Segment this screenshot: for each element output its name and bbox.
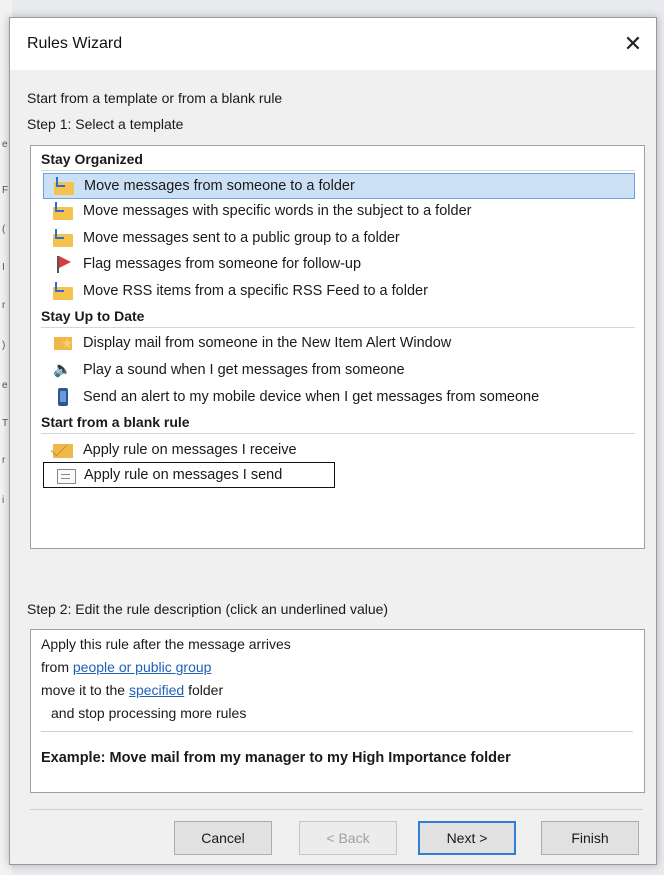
envelope-star-icon [53, 334, 74, 352]
intro-label: Start from a template or from a blank ru… [27, 90, 283, 106]
template-label: Send an alert to my mobile device when I… [83, 389, 540, 405]
desc-from-text: from [41, 659, 73, 675]
desc-line-1: Apply this rule after the message arrive… [41, 636, 291, 652]
rule-example: Example: Move mail from my manager to my… [41, 750, 511, 766]
desc-folder-text: folder [184, 682, 224, 698]
folder-arrow-icon [53, 229, 73, 247]
template-list[interactable]: Stay Organized Move messages from someon… [30, 145, 645, 549]
close-button[interactable]: ✕ [610, 18, 656, 70]
finish-button[interactable]: Finish [541, 821, 639, 855]
step1-label: Step 1: Select a template [27, 116, 184, 132]
desc-move-text: move it to the [41, 682, 129, 698]
desc-line-3: move it to the specified folder [41, 682, 223, 698]
dialog-title: Rules Wizard [27, 35, 123, 52]
title-bar: Rules Wizard ✕ [10, 18, 656, 70]
folder-arrow-icon [54, 177, 74, 195]
mobile-device-icon [53, 388, 73, 406]
button-divider [30, 809, 643, 810]
rule-description-box: Apply this rule after the message arrive… [30, 629, 645, 793]
red-flag-icon [53, 255, 73, 273]
template-move-from-someone[interactable]: Move messages from someone to a folder [43, 173, 635, 199]
template-label: Move messages with specific words in the… [83, 203, 472, 219]
folder-arrow-icon [53, 282, 73, 300]
cancel-button[interactable]: Cancel [174, 821, 272, 855]
back-button[interactable]: < Back [299, 821, 397, 855]
section-blank-rule: Start from a blank rule [41, 411, 635, 434]
envelope-icon [53, 441, 73, 459]
next-button[interactable]: Next > [418, 821, 516, 855]
template-label: Move messages from someone to a folder [84, 178, 355, 194]
template-label: Move RSS items from a specific RSS Feed … [83, 283, 428, 299]
template-apply-on-send[interactable]: Apply rule on messages I send [43, 462, 335, 488]
step2-label: Step 2: Edit the rule description (click… [27, 601, 389, 617]
rules-wizard-dialog: Rules Wizard ✕ Start from a template or … [9, 17, 657, 865]
template-label: Play a sound when I get messages from so… [83, 362, 405, 378]
close-icon: ✕ [623, 31, 643, 56]
desc-line-2: from people or public group [41, 659, 211, 675]
template-label: Apply rule on messages I send [84, 467, 283, 483]
section-stay-organized: Stay Organized [41, 148, 635, 171]
specified-folder-link[interactable]: specified [129, 682, 184, 698]
folder-arrow-icon [53, 202, 73, 220]
template-label: Apply rule on messages I receive [83, 442, 297, 458]
section-stay-up-to-date: Stay Up to Date [41, 305, 635, 328]
template-label: Display mail from someone in the New Ite… [83, 335, 452, 351]
template-label: Flag messages from someone for follow-up [83, 256, 362, 272]
description-divider [41, 731, 633, 732]
send-envelope-icon [54, 466, 76, 484]
template-label: Move messages sent to a public group to … [83, 230, 400, 246]
people-or-public-group-link[interactable]: people or public group [73, 659, 212, 675]
desc-line-4: and stop processing more rules [51, 705, 247, 721]
speaker-icon: 🔈 [53, 361, 72, 378]
